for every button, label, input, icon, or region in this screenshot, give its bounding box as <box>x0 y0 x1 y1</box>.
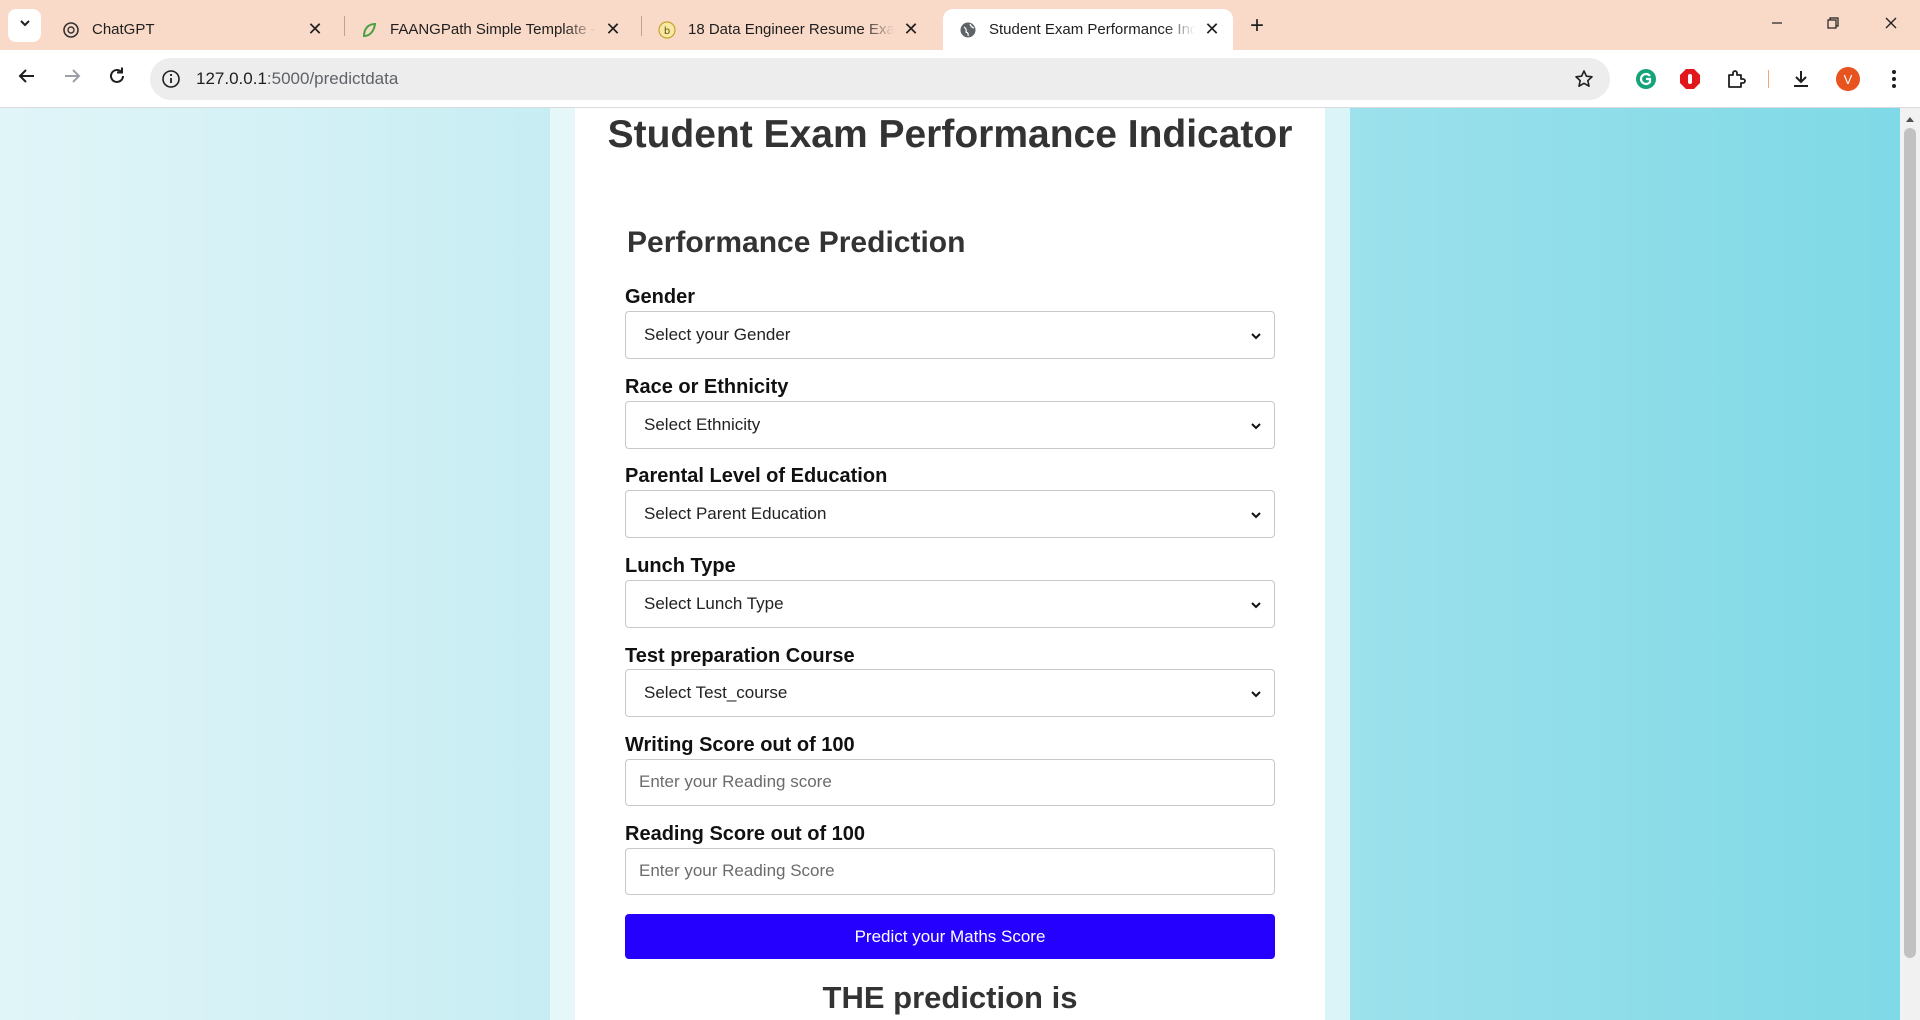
gender-select[interactable]: Select your Gender <box>625 311 1275 359</box>
browser-toolbar: 127.0.0.1:5000/predictdata V <box>0 50 1920 108</box>
ethnicity-select-value: Select Ethnicity <box>644 415 761 434</box>
tab-chatgpt[interactable]: ChatGPT ✕ <box>46 9 336 50</box>
browser-menu-icon[interactable] <box>1880 65 1908 93</box>
reading-score-input[interactable]: Enter your Reading Score <box>625 848 1275 895</box>
close-icon[interactable]: ✕ <box>304 19 326 41</box>
restore-button[interactable] <box>1810 8 1856 42</box>
plus-icon: + <box>1249 12 1264 39</box>
minimize-icon <box>1770 16 1784 35</box>
address-bar[interactable]: 127.0.0.1:5000/predictdata <box>150 58 1610 100</box>
chevron-down-icon <box>1248 686 1264 702</box>
parental-education-label: Parental Level of Education <box>625 465 888 487</box>
tab-title: 18 Data Engineer Resume Examples <box>688 21 894 38</box>
profile-initial: V <box>1843 71 1853 87</box>
forward-button[interactable] <box>55 61 89 95</box>
close-icon <box>1884 16 1898 35</box>
prediction-result: THE prediction is <box>822 980 1078 1015</box>
tab-resume-examples[interactable]: b 18 Data Engineer Resume Examples ✕ <box>642 9 932 50</box>
close-icon[interactable]: ✕ <box>602 19 624 41</box>
scrollbar-thumb[interactable] <box>1904 128 1916 958</box>
close-window-button[interactable] <box>1868 8 1914 42</box>
overleaf-icon <box>360 21 378 39</box>
tab-title: ChatGPT <box>92 21 155 38</box>
test-prep-select-value: Select Test_course <box>644 683 788 702</box>
test-prep-select[interactable]: Select Test_course <box>625 669 1275 717</box>
resume-site-icon: b <box>658 20 676 39</box>
profile-avatar[interactable]: V <box>1834 65 1862 93</box>
page-viewport: Student Exam Performance Indicator Perfo… <box>0 108 1900 1020</box>
page-scrollbar[interactable] <box>1900 108 1920 1020</box>
reading-score-label: Reading Score out of 100 <box>625 823 866 845</box>
page-title: Student Exam Performance Indicator <box>607 113 1293 156</box>
ethnicity-select[interactable]: Select Ethnicity <box>625 401 1275 449</box>
url-path: :5000/predictdata <box>266 69 399 88</box>
close-icon[interactable]: ✕ <box>900 19 922 41</box>
lunch-label: Lunch Type <box>625 555 736 577</box>
test-prep-label: Test preparation Course <box>625 645 855 667</box>
scroll-up-arrow-icon[interactable] <box>1900 112 1920 126</box>
chevron-down-icon <box>1248 507 1264 523</box>
predict-button[interactable]: Predict your Maths Score <box>625 914 1275 959</box>
chevron-down-icon <box>18 16 32 35</box>
writing-score-label: Writing Score out of 100 <box>625 734 855 756</box>
tab-title: Student Exam Performance Indicator <box>989 21 1195 38</box>
extensions-puzzle-icon[interactable] <box>1722 65 1750 93</box>
chatgpt-icon <box>62 21 80 39</box>
grammarly-extension-icon[interactable] <box>1632 65 1660 93</box>
gender-select-value: Select your Gender <box>644 325 791 344</box>
chevron-down-icon <box>1248 328 1264 344</box>
url-host: 127.0.0.1 <box>196 69 267 88</box>
close-icon[interactable]: ✕ <box>1201 19 1223 41</box>
chevron-down-icon <box>1248 597 1264 613</box>
toolbar-divider <box>1768 70 1769 88</box>
restore-icon <box>1826 16 1840 35</box>
writing-score-input[interactable]: Enter your Reading score <box>625 759 1275 806</box>
new-tab-button[interactable]: + <box>1243 12 1271 40</box>
minimize-button[interactable] <box>1754 8 1800 42</box>
arrow-right-icon <box>62 66 82 91</box>
reading-score-placeholder: Enter your Reading Score <box>639 861 835 880</box>
tab-title: FAANGPath Simple Template - Overleaf <box>390 21 596 38</box>
arrow-left-icon <box>17 66 37 91</box>
bookmark-star-icon[interactable] <box>1572 67 1596 91</box>
chevron-down-icon <box>1248 418 1264 434</box>
site-info-icon[interactable] <box>160 68 182 90</box>
back-button[interactable] <box>10 61 44 95</box>
tab-search-button[interactable] <box>8 9 41 42</box>
adblock-extension-icon[interactable] <box>1676 65 1704 93</box>
parental-education-select-value: Select Parent Education <box>644 504 827 523</box>
tab-strip: ChatGPT ✕ FAANGPath Simple Template - Ov… <box>0 0 1920 50</box>
tab-overleaf[interactable]: FAANGPath Simple Template - Overleaf ✕ <box>344 9 634 50</box>
reload-icon <box>107 66 127 91</box>
reload-button[interactable] <box>100 61 134 95</box>
ethnicity-label: Race or Ethnicity <box>625 376 789 398</box>
url-text[interactable]: 127.0.0.1:5000/predictdata <box>196 69 398 89</box>
lunch-select[interactable]: Select Lunch Type <box>625 580 1275 628</box>
gender-label: Gender <box>625 286 696 308</box>
globe-icon <box>959 21 977 39</box>
download-icon[interactable] <box>1787 65 1815 93</box>
svg-text:b: b <box>664 26 670 37</box>
tab-student-exam[interactable]: Student Exam Performance Indicator ✕ <box>943 9 1233 50</box>
parental-education-select[interactable]: Select Parent Education <box>625 490 1275 538</box>
writing-score-placeholder: Enter your Reading score <box>639 772 832 791</box>
lunch-select-value: Select Lunch Type <box>644 594 784 613</box>
section-heading: Performance Prediction <box>627 226 966 259</box>
